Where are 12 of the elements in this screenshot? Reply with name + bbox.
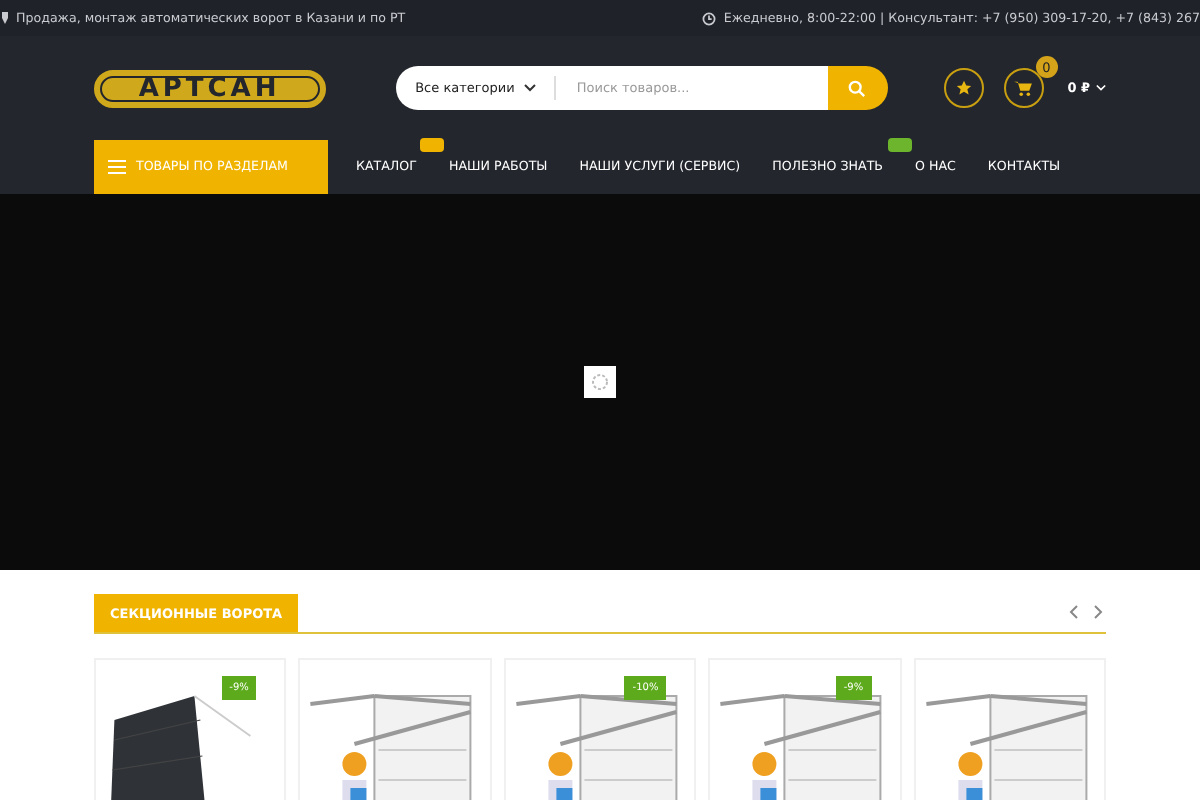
cart-icon — [1014, 80, 1033, 96]
previous-arrow-icon[interactable] — [1066, 604, 1082, 620]
caret-icon — [524, 84, 537, 92]
search-button[interactable] — [827, 66, 888, 110]
clock-icon — [701, 11, 716, 25]
search-icon — [848, 79, 867, 97]
pin-icon — [2, 12, 8, 24]
next-arrow-icon[interactable] — [1090, 604, 1106, 620]
star-icon — [955, 80, 972, 96]
favorites-button[interactable] — [943, 68, 984, 108]
caret-icon[interactable] — [1096, 84, 1106, 92]
menu-icon — [108, 160, 126, 174]
